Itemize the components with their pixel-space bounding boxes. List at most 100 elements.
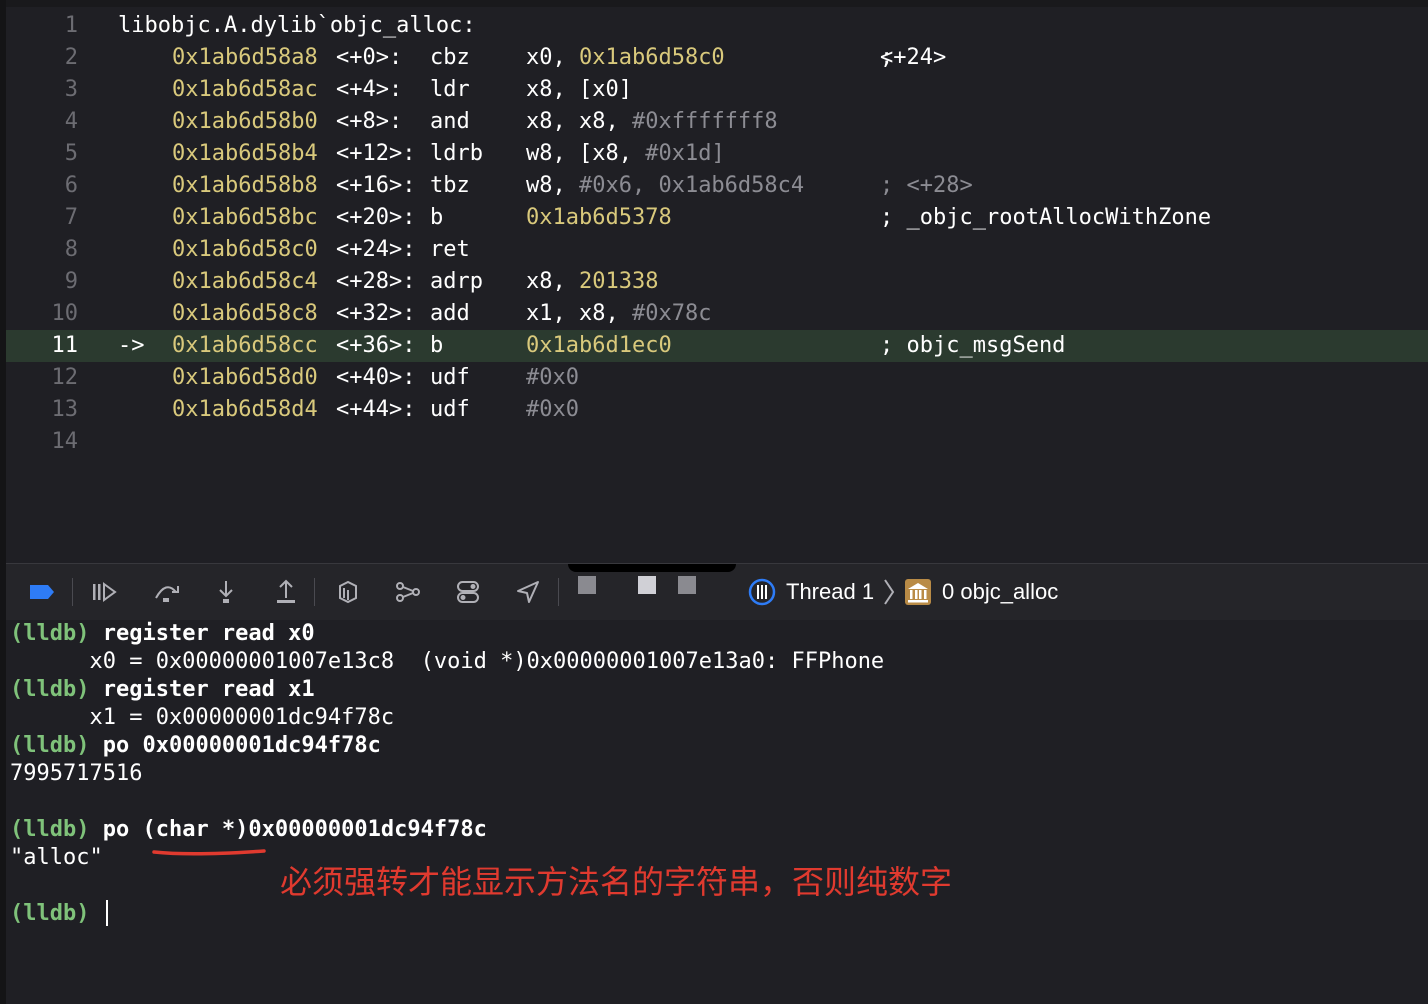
instruction-opcode: udf — [430, 397, 470, 422]
line-number: 1 — [64, 13, 78, 38]
line-number: 5 — [64, 141, 78, 166]
lldb-prompt: (lldb) — [10, 901, 90, 926]
instruction-offset: <+20>: — [336, 205, 416, 230]
environment-overrides-icon[interactable] — [454, 578, 482, 606]
console-output-line: x0 = 0x00000001007e13c8 (void *)0x000000… — [10, 648, 884, 676]
step-out-icon[interactable] — [272, 578, 300, 606]
comment-offset: ; <+28> — [880, 173, 973, 198]
console-output-line: "alloc" — [10, 844, 103, 872]
line-number: 7 — [64, 205, 78, 230]
disassembly-empty-row: 14 — [6, 426, 1428, 458]
instruction-address: 0x1ab6d58c0 — [172, 237, 318, 262]
continue-icon[interactable] — [90, 578, 118, 606]
operand-registers: x1, x8, — [526, 301, 632, 326]
instruction-opcode: ldrb — [430, 141, 483, 166]
current-instruction-row[interactable]: 11 -> 0x1ab6d58cc <+36>: b 0x1ab6d1ec0 ; objc_… — [6, 330, 1428, 362]
instruction-offset: <+16>: — [336, 173, 416, 198]
instruction-offset: <+4>: — [336, 77, 403, 102]
output-text: x1 = 0x00000001dc94f78c — [10, 705, 395, 730]
instruction-offset: <+12>: — [336, 141, 416, 166]
instruction-row[interactable]: 7 0x1ab6d58bc <+20>: b 0x1ab6d5378 ; _objc_ro… — [6, 202, 1428, 234]
command-text: register read x1 — [89, 677, 315, 702]
comment-symbol: ; — [880, 45, 907, 70]
instruction-opcode: adrp — [430, 269, 483, 294]
disassembly-header-row: 1 libobjc.A.dylib`objc_alloc: — [6, 10, 1428, 42]
instruction-operands: x8, 201338 — [526, 266, 658, 298]
lldb-prompt: (lldb) — [10, 817, 90, 842]
instruction-row[interactable]: 6 0x1ab6d58b8 <+16>: tbz w8, #0x6, 0x1ab6d58… — [6, 170, 1428, 202]
instruction-opcode: b — [430, 333, 444, 358]
thread-icon[interactable] — [748, 578, 776, 606]
separator — [558, 578, 559, 606]
square-icon — [638, 576, 656, 594]
memory-graph-icon[interactable] — [394, 578, 422, 606]
instruction-comment: ; <+24> — [880, 42, 946, 74]
instruction-row[interactable]: 13 0x1ab6d58d4 <+44>: udf #0x0 — [6, 394, 1428, 426]
function-header: libobjc.A.dylib`objc_alloc: — [118, 13, 476, 38]
line-number: 12 — [51, 365, 79, 390]
console-command-line: (lldb) — [10, 900, 103, 928]
disassembly-view[interactable]: 1 libobjc.A.dylib`objc_alloc: 2 0x1ab6d58… — [6, 7, 1428, 563]
line-number: 11 — [51, 333, 79, 358]
lldb-prompt: (lldb) — [10, 677, 90, 702]
instruction-address: 0x1ab6d58ac — [172, 77, 318, 102]
instruction-opcode: tbz — [430, 173, 470, 198]
line-number: 4 — [64, 109, 78, 134]
instruction-operands: #0x0 — [526, 394, 579, 426]
simulate-location-icon[interactable] — [514, 578, 542, 606]
instruction-operands: x8, [x0] — [526, 74, 632, 106]
instruction-offset: <+40>: — [336, 365, 416, 390]
instruction-opcode: ret — [430, 237, 470, 262]
command-text: register read x0 — [89, 621, 315, 646]
instruction-row[interactable]: 9 0x1ab6d58c4 <+28>: adrp x8, 201338 — [6, 266, 1428, 298]
frame-icon[interactable] — [904, 578, 932, 606]
red-underline — [152, 849, 266, 856]
instruction-offset: <+8>: — [336, 109, 403, 134]
instruction-opcode: and — [430, 109, 470, 134]
operand-target: 0x1ab6d5378 — [526, 205, 672, 230]
instruction-address: 0x1ab6d58cc — [172, 333, 318, 358]
line-number: 3 — [64, 77, 78, 102]
instruction-row[interactable]: 12 0x1ab6d58d0 <+40>: udf #0x0 — [6, 362, 1428, 394]
comment-symbol: ; objc_msgSend — [880, 333, 1066, 358]
instruction-opcode: udf — [430, 365, 470, 390]
step-into-icon[interactable] — [212, 578, 240, 606]
instruction-address: 0x1ab6d58b0 — [172, 109, 318, 134]
breakpoints-toggle-icon[interactable] — [28, 578, 56, 606]
line-number: 13 — [51, 397, 79, 422]
command-text — [89, 901, 102, 926]
instruction-row[interactable]: 3 0x1ab6d58ac <+4>: ldr x8, [x0] — [6, 74, 1428, 106]
instruction-operands: w8, #0x6, 0x1ab6d58c4 — [526, 170, 804, 202]
thread-label[interactable]: Thread 1 — [786, 578, 874, 606]
lldb-prompt: (lldb) — [10, 733, 90, 758]
instruction-address: 0x1ab6d58d4 — [172, 397, 318, 422]
command-text: po 0x00000001dc94f78c — [89, 733, 381, 758]
output-text: x0 = 0x00000001007e13c8 (void *)0x000000… — [10, 649, 885, 674]
operand-target: 0x1ab6d1ec0 — [526, 333, 672, 358]
instruction-operands: 0x1ab6d5378 — [526, 202, 672, 234]
instruction-row[interactable]: 8 0x1ab6d58c0 <+24>: ret — [6, 234, 1428, 266]
operand-registers: w8, [x8, — [526, 141, 646, 166]
operand-immediate: #0x6, 0x1ab6d58c4 — [578, 173, 805, 198]
instruction-opcode: b — [430, 205, 444, 230]
separator — [72, 578, 73, 606]
step-over-icon[interactable] — [152, 578, 180, 606]
instruction-address: 0x1ab6d58c4 — [172, 269, 318, 294]
instruction-offset: <+36>: — [336, 333, 416, 358]
lldb-prompt: (lldb) — [10, 621, 90, 646]
operand-immediate: #0x0 — [526, 365, 579, 390]
instruction-address: 0x1ab6d58d0 — [172, 365, 318, 390]
output-text: "alloc" — [10, 845, 103, 870]
view-hierarchy-icon[interactable] — [334, 578, 362, 606]
frame-label[interactable]: 0 objc_alloc — [942, 578, 1058, 606]
instruction-row[interactable]: 4 0x1ab6d58b0 <+8>: and x8, x8, #0xfffffff8 — [6, 106, 1428, 138]
console-output-line: 7995717516 — [10, 760, 142, 788]
instruction-row[interactable]: 10 0x1ab6d58c8 <+32>: add x1, x8, #0x78c — [6, 298, 1428, 330]
instruction-row[interactable]: 2 0x1ab6d58a8 <+0>: cbz x0, 0x1ab6d58c0 ; <+2… — [6, 42, 1428, 74]
lldb-console[interactable]: (lldb) register read x0 x0 = 0x000000010… — [6, 620, 1428, 1004]
operand-target: 201338 — [578, 269, 659, 294]
instruction-offset: <+28>: — [336, 269, 416, 294]
operand-immediate: #0x0 — [526, 397, 579, 422]
instruction-row[interactable]: 5 0x1ab6d58b4 <+12>: ldrb w8, [x8, #0x1d] — [6, 138, 1428, 170]
operand-immediate: #0x78c — [631, 301, 712, 326]
